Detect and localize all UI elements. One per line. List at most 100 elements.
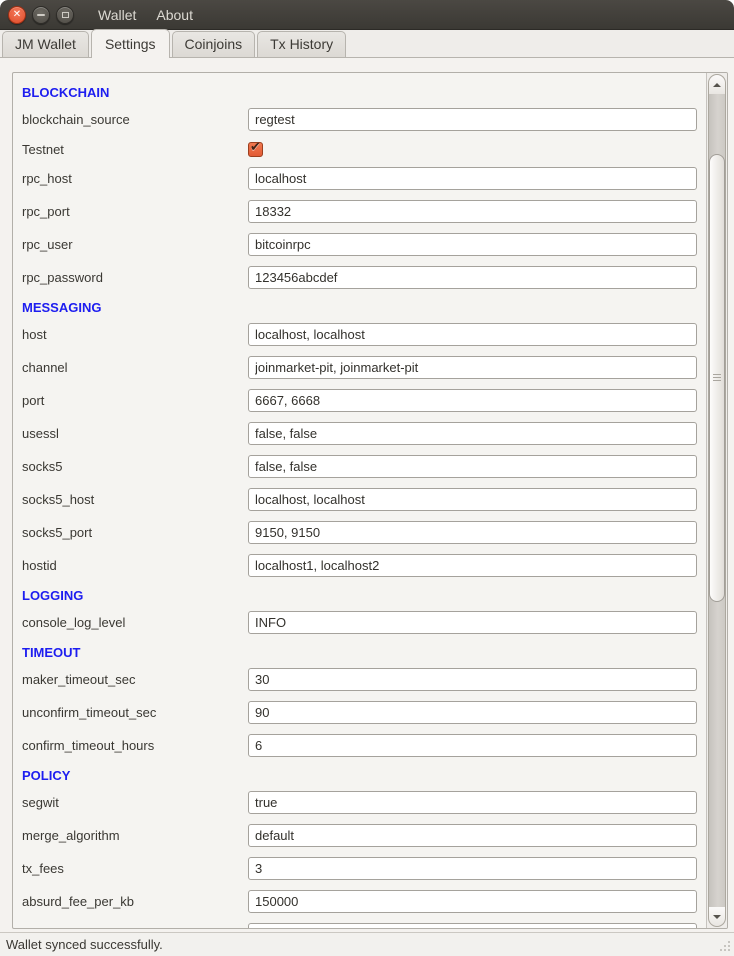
setting-row: rpc_password <box>22 266 697 289</box>
field-input-confirm_timeout_hours[interactable] <box>248 734 697 757</box>
tab-bar: JM WalletSettingsCoinjoinsTx History <box>0 30 734 58</box>
section-row: MESSAGING <box>22 299 697 315</box>
field-label-confirm_timeout_hours: confirm_timeout_hours <box>22 738 248 753</box>
setting-row: maker_timeout_sec <box>22 668 697 691</box>
field-label-unconfirm_timeout_sec: unconfirm_timeout_sec <box>22 705 248 720</box>
setting-row: hostid <box>22 554 697 577</box>
field-input-maker_timeout_sec[interactable] <box>248 668 697 691</box>
field-input-usessl[interactable] <box>248 422 697 445</box>
maximize-icon[interactable] <box>56 6 74 24</box>
setting-row: segwit <box>22 791 697 814</box>
menu-item-wallet[interactable]: Wallet <box>88 3 146 27</box>
minimize-icon[interactable] <box>32 6 50 24</box>
vertical-scrollbar[interactable] <box>706 73 727 928</box>
field-input-console_log_level[interactable] <box>248 611 697 634</box>
field-label-socks5_port: socks5_port <box>22 525 248 540</box>
field-label-tx_fees: tx_fees <box>22 861 248 876</box>
status-bar: Wallet synced successfully. <box>0 932 734 956</box>
section-header-timeout: TIMEOUT <box>22 645 81 660</box>
field-label-rpc_user: rpc_user <box>22 237 248 252</box>
scroll-down-button[interactable] <box>708 907 726 927</box>
scroll-up-button[interactable] <box>708 74 726 94</box>
field-input-absurd_fee_per_kb[interactable] <box>248 890 697 913</box>
setting-row: confirm_timeout_hours <box>22 734 697 757</box>
field-input-socks5[interactable] <box>248 455 697 478</box>
setting-row: rpc_host <box>22 167 697 190</box>
tab-coinjoins[interactable]: Coinjoins <box>172 31 256 57</box>
section-row: TIMEOUT <box>22 644 697 660</box>
field-label-Testnet: Testnet <box>22 142 248 157</box>
section-header-messaging: MESSAGING <box>22 300 101 315</box>
close-glyph: ✕ <box>13 10 21 20</box>
field-input-rpc_host[interactable] <box>248 167 697 190</box>
field-input-unconfirm_timeout_sec[interactable] <box>248 701 697 724</box>
setting-row: port <box>22 389 697 412</box>
settings-scroll-area: BLOCKCHAINblockchain_sourceTestnet✔rpc_h… <box>12 72 728 929</box>
menubar: WalletAbout <box>88 3 203 27</box>
field-input-hostid[interactable] <box>248 554 697 577</box>
field-label-usessl: usessl <box>22 426 248 441</box>
field-label-socks5: socks5 <box>22 459 248 474</box>
field-input-host[interactable] <box>248 323 697 346</box>
field-label-hostid: hostid <box>22 558 248 573</box>
app-window: ✕ WalletAbout JM WalletSettingsCoinjoins… <box>0 0 734 956</box>
field-input-channel[interactable] <box>248 356 697 379</box>
setting-row: merge_algorithm <box>22 824 697 847</box>
tab-jm-wallet[interactable]: JM Wallet <box>2 31 89 57</box>
field-input-segwit[interactable] <box>248 791 697 814</box>
field-input-socks5_port[interactable] <box>248 521 697 544</box>
field-input-port[interactable] <box>248 389 697 412</box>
section-row: POLICY <box>22 767 697 783</box>
titlebar: ✕ WalletAbout <box>0 0 734 30</box>
setting-row: rpc_user <box>22 233 697 256</box>
tab-settings[interactable]: Settings <box>91 29 170 58</box>
section-row: BLOCKCHAIN <box>22 84 697 100</box>
section-row: LOGGING <box>22 587 697 603</box>
chevron-down-icon <box>713 915 721 919</box>
grip-icon <box>713 374 721 382</box>
field-input-socks5_host[interactable] <box>248 488 697 511</box>
section-header-policy: POLICY <box>22 768 70 783</box>
field-label-rpc_host: rpc_host <box>22 171 248 186</box>
close-icon[interactable]: ✕ <box>8 6 26 24</box>
section-header-logging: LOGGING <box>22 588 83 603</box>
setting-row: channel <box>22 356 697 379</box>
tab-tx-history[interactable]: Tx History <box>257 31 346 57</box>
field-label-rpc_password: rpc_password <box>22 270 248 285</box>
field-input-rpc_port[interactable] <box>248 200 697 223</box>
chevron-up-icon <box>713 83 721 87</box>
field-label-merge_algorithm: merge_algorithm <box>22 828 248 843</box>
field-input-blockchain_source[interactable] <box>248 108 697 131</box>
scrollbar-track[interactable] <box>708 94 726 907</box>
setting-row: absurd_fee_per_kb <box>22 890 697 913</box>
setting-row: host <box>22 323 697 346</box>
field-label-port: port <box>22 393 248 408</box>
field-input-rpc_password[interactable] <box>248 266 697 289</box>
maximize-glyph <box>62 12 69 18</box>
field-input-tx_fees[interactable] <box>248 857 697 880</box>
field-label-maker_timeout_sec: maker_timeout_sec <box>22 672 248 687</box>
setting-row: unconfirm_timeout_sec <box>22 701 697 724</box>
status-message: Wallet synced successfully. <box>6 937 163 952</box>
field-input-merge_algorithm[interactable] <box>248 824 697 847</box>
settings-pane: BLOCKCHAINblockchain_sourceTestnet✔rpc_h… <box>0 58 734 932</box>
field-label-channel: channel <box>22 360 248 375</box>
setting-row: Testnet✔ <box>22 141 697 157</box>
minimize-glyph <box>37 14 45 16</box>
field-input-rpc_user[interactable] <box>248 233 697 256</box>
field-label-blockchain_source: blockchain_source <box>22 112 248 127</box>
field-label-segwit: segwit <box>22 795 248 810</box>
field-label-absurd_fee_per_kb: absurd_fee_per_kb <box>22 894 248 909</box>
setting-row: tx_fees <box>22 857 697 880</box>
menu-item-about[interactable]: About <box>146 3 203 27</box>
setting-row: socks5_port <box>22 521 697 544</box>
field-label-rpc_port: rpc_port <box>22 204 248 219</box>
testnet-checkbox[interactable]: ✔ <box>248 142 263 157</box>
field-label-host: host <box>22 327 248 342</box>
setting-row: socks5 <box>22 455 697 478</box>
setting-row: blockchain_source <box>22 108 697 131</box>
scrollbar-thumb[interactable] <box>709 154 725 602</box>
field-label-socks5_host: socks5_host <box>22 492 248 507</box>
field-input-partial[interactable] <box>248 923 697 928</box>
resize-grip[interactable] <box>718 940 731 953</box>
